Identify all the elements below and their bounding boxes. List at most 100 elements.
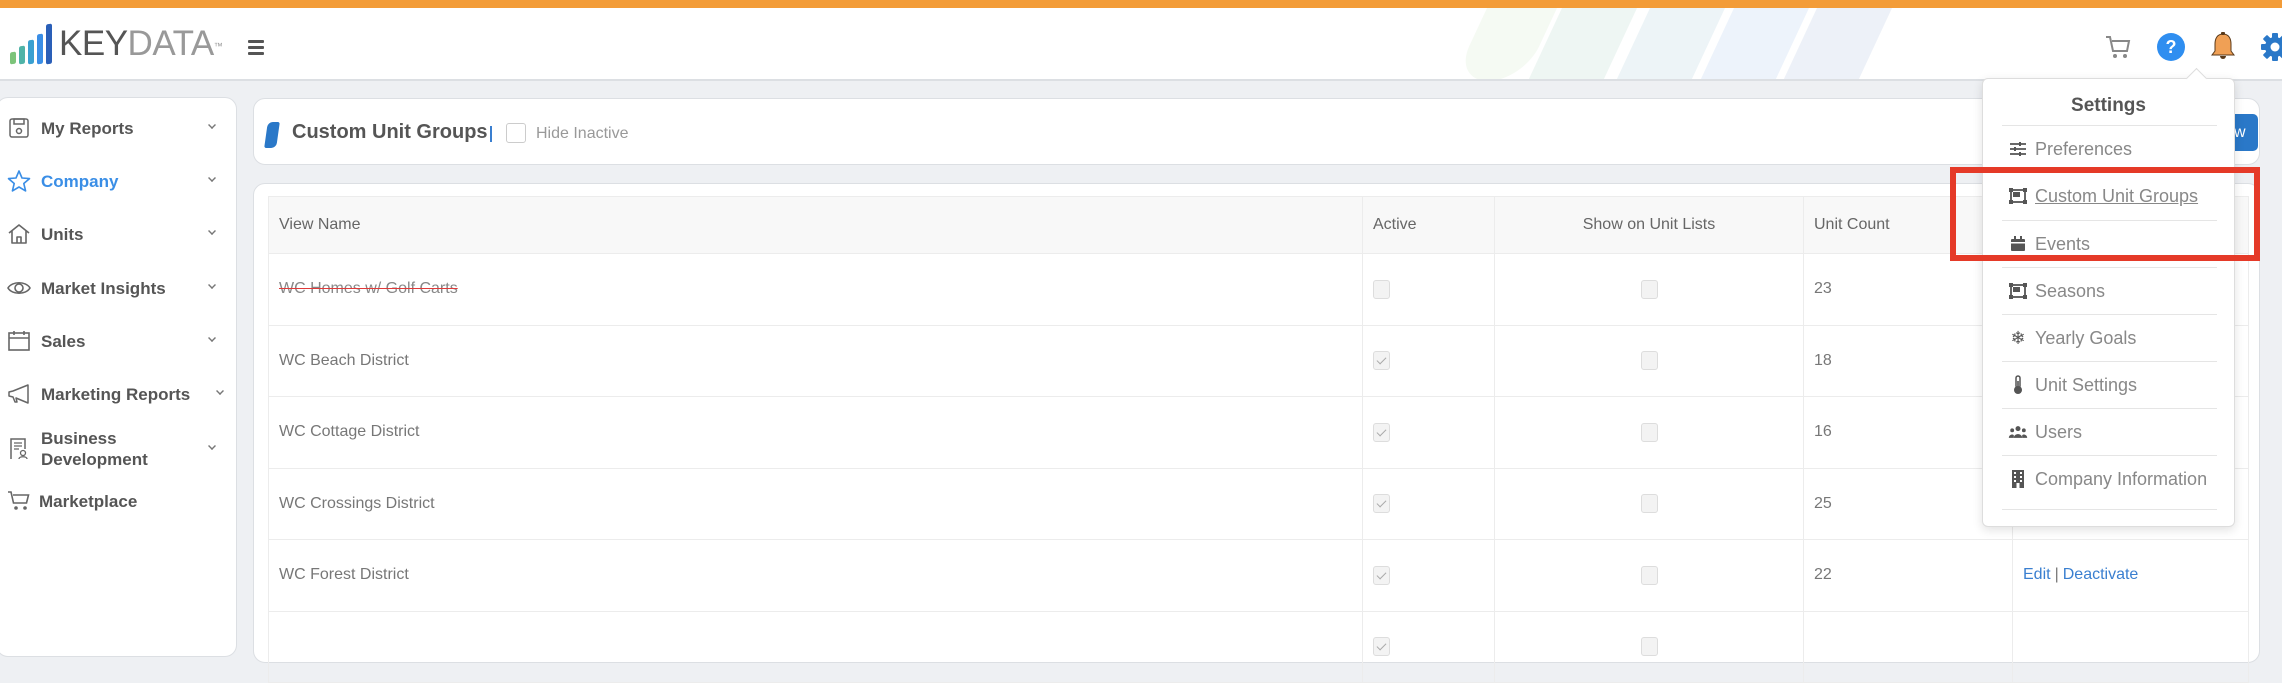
sidebar-item-marketplace[interactable]: Marketplace	[0, 481, 238, 521]
table-header-row: View Name Active Show on Unit Lists Unit…	[268, 196, 2249, 254]
keydata-logo[interactable]: KEYDATA™	[10, 23, 223, 65]
sidebar-item-company[interactable]: Company	[0, 161, 238, 201]
page-title: Custom Unit Groups	[292, 121, 488, 143]
settings-menu-item-company-information[interactable]: Company Information	[2002, 455, 2217, 502]
chevron-down-icon	[208, 227, 216, 235]
sidebar-item-sales[interactable]: Sales	[0, 321, 238, 361]
chevron-down-icon	[216, 387, 224, 395]
column-header-active[interactable]: Active	[1362, 196, 1495, 254]
settings-menu-item-users[interactable]: Users	[2002, 408, 2217, 455]
calendar-icon	[2008, 234, 2028, 254]
settings-menu-item-yearly-goals[interactable]: ❄ Yearly Goals	[2002, 314, 2217, 361]
megaphone-icon	[5, 380, 33, 408]
star-icon	[5, 167, 33, 195]
sidebar-item-label: Market Insights	[41, 278, 166, 298]
active-checkbox[interactable]	[1373, 637, 1390, 657]
sidebar-item-label: My Reports	[41, 118, 134, 138]
show-on-unit-lists-checkbox[interactable]	[1640, 565, 1658, 585]
settings-menu-item-unit-settings[interactable]: Unit Settings	[2002, 361, 2217, 408]
sidebar-item-business-development[interactable]: Business Development	[0, 424, 238, 474]
top-accent-bar	[0, 0, 2282, 8]
active-checkbox[interactable]	[1373, 565, 1390, 585]
active-checkbox[interactable]	[1373, 494, 1390, 514]
settings-menu-item-custom-unit-groups[interactable]: Custom Unit Groups	[2002, 172, 2217, 219]
deactivate-link[interactable]: Deactivate	[2063, 566, 2139, 583]
sidebar-nav: My Reports Company Units Market Insights…	[0, 97, 237, 657]
cart-icon[interactable]	[2101, 30, 2135, 64]
show-on-unit-lists-checkbox[interactable]	[1640, 279, 1658, 299]
home-icon	[5, 220, 33, 248]
settings-menu-item-seasons[interactable]: Seasons	[2002, 267, 2217, 314]
sidebar-item-label: Company	[41, 171, 119, 191]
sidebar-item-label: Marketing Reports	[41, 384, 191, 404]
object-group-icon	[2008, 186, 2028, 206]
sidebar-item-marketing-reports[interactable]: Marketing Reports	[0, 374, 238, 414]
row-actions: Edit | Deactivate	[2012, 539, 2249, 612]
logo-wordmark: KEYDATA™	[59, 24, 223, 63]
settings-menu-item-events[interactable]: Events	[2002, 220, 2217, 267]
title-divider	[490, 126, 492, 142]
cart-icon	[5, 487, 33, 515]
title-accent-icon	[264, 122, 280, 148]
column-header-show-on-unit-lists[interactable]: Show on Unit Lists	[1494, 196, 1804, 254]
table-row: WC Crossings District 25	[268, 467, 2249, 540]
table-row: WC Forest District 22 Edit | Deactivate	[268, 539, 2249, 612]
group-name: WC Crossings District	[279, 494, 435, 512]
table-row: WC Homes w/ Golf Carts 23	[268, 253, 2249, 326]
sidebar-item-label: Marketplace	[39, 491, 138, 511]
settings-dropdown-menu: Settings Preferences Custom Unit Groups …	[1982, 78, 2235, 527]
document-person-icon	[5, 435, 33, 463]
sidebar-item-my-reports[interactable]: My Reports	[0, 108, 238, 148]
group-name: WC Homes w/ Golf Carts	[279, 280, 458, 298]
sliders-icon	[2008, 139, 2028, 159]
app-header: KEYDATA™ ?	[0, 8, 2282, 81]
show-on-unit-lists-checkbox[interactable]	[1640, 422, 1658, 442]
svg-text:?: ?	[2166, 37, 2177, 57]
column-header-view-name[interactable]: View Name	[268, 196, 1363, 254]
eye-icon	[5, 274, 33, 302]
bell-icon[interactable]	[2206, 30, 2240, 64]
show-on-unit-lists-checkbox[interactable]	[1640, 637, 1658, 657]
group-name: WC Cottage District	[279, 423, 420, 441]
action-separator: |	[2054, 566, 2059, 584]
chevron-down-icon	[208, 334, 216, 342]
sidebar-item-label: Business Development	[41, 429, 148, 469]
edit-link[interactable]: Edit	[2023, 566, 2051, 583]
settings-menu-item-preferences[interactable]: Preferences	[2002, 125, 2217, 172]
groups-table-card: View Name Active Show on Unit Lists Unit…	[253, 183, 2260, 683]
show-on-unit-lists-checkbox[interactable]	[1640, 494, 1658, 514]
page-header-card: Custom Unit Groups Hide Inactive w	[253, 98, 2260, 165]
table-row: WC Cottage District 16	[268, 396, 2249, 469]
gear-icon[interactable]	[2258, 30, 2282, 64]
sidebar-item-label: Units	[41, 224, 84, 244]
active-checkbox[interactable]	[1373, 351, 1390, 371]
users-icon	[2008, 422, 2028, 442]
active-checkbox[interactable]	[1373, 279, 1390, 299]
calendar-icon	[5, 327, 33, 355]
chevron-down-icon	[208, 281, 216, 289]
custom-unit-groups-table: View Name Active Show on Unit Lists Unit…	[268, 196, 2249, 683]
hide-inactive-checkbox[interactable]	[506, 123, 526, 143]
snowflake-icon: ❄	[2010, 327, 2026, 348]
active-checkbox[interactable]	[1373, 422, 1390, 442]
menu-divider	[2002, 509, 2217, 510]
menu-toggle-icon[interactable]	[248, 40, 264, 58]
show-on-unit-lists-checkbox[interactable]	[1640, 351, 1658, 371]
chevron-down-icon	[208, 121, 216, 129]
help-icon[interactable]: ?	[2154, 30, 2188, 64]
settings-menu-title: Settings	[2071, 95, 2146, 116]
table-row: WC Beach District 18	[268, 324, 2249, 397]
table-row	[268, 610, 2249, 683]
sidebar-item-market-insights[interactable]: Market Insights	[0, 268, 238, 308]
building-icon	[2008, 469, 2028, 489]
sidebar-item-units[interactable]: Units	[0, 214, 238, 254]
chevron-down-icon	[208, 174, 216, 182]
logo-bars-icon	[10, 23, 52, 65]
hide-inactive-label[interactable]: Hide Inactive	[536, 125, 629, 143]
group-name: WC Forest District	[279, 566, 409, 584]
group-name: WC Beach District	[279, 351, 409, 369]
object-group-icon	[2008, 281, 2028, 301]
chevron-down-icon	[208, 442, 216, 450]
thermometer-icon	[2008, 375, 2028, 395]
unit-count: 22	[1803, 539, 2013, 612]
